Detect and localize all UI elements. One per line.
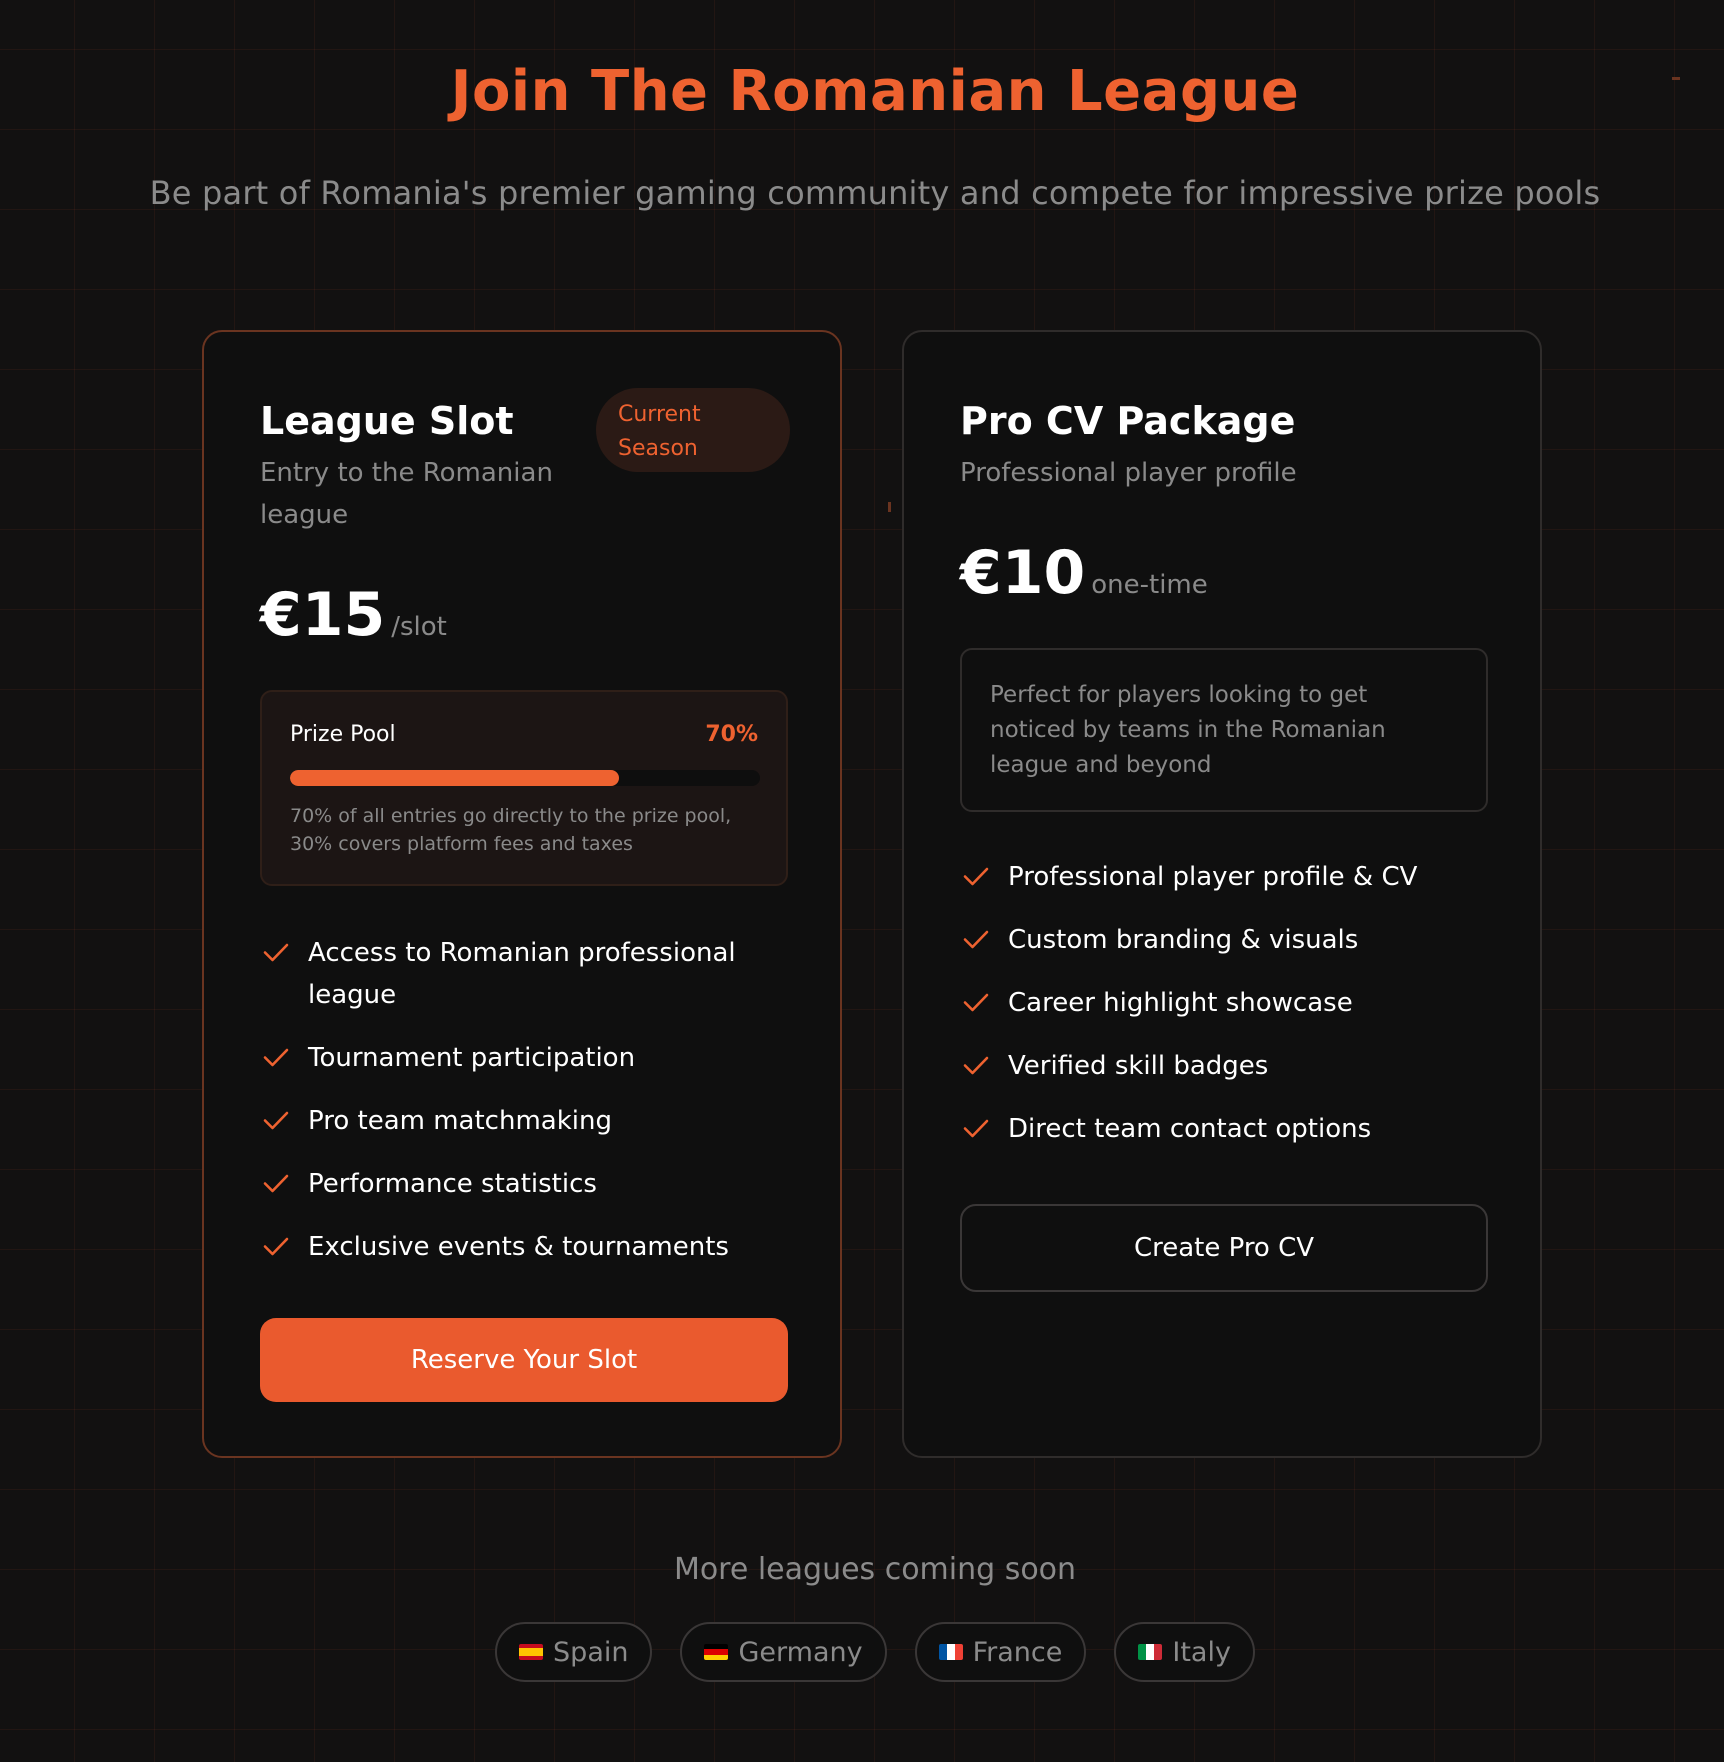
price-unit: /slot <box>391 612 447 642</box>
feature-list: Professional player profile & CV Custom … <box>960 856 1460 1171</box>
list-item: Direct team contact options <box>960 1108 1460 1150</box>
country-chip-italy[interactable]: Italy <box>1114 1622 1255 1682</box>
feature-text: Exclusive events & tournaments <box>308 1232 729 1262</box>
page-title: Join The Romanian League <box>450 59 1300 124</box>
feature-text: Pro team matchmaking <box>308 1106 612 1136</box>
pricing-page: Join The Romanian League Be part of Roma… <box>0 0 1724 1762</box>
flag-germany-icon <box>704 1644 729 1660</box>
prize-pool-percent: 70% <box>705 722 758 747</box>
card-description: Entry to the Romanian league <box>260 458 553 530</box>
decorative-dot <box>888 502 891 512</box>
feature-text: Tournament participation <box>308 1043 636 1073</box>
feature-text: Access to Romanian professional league <box>308 938 736 1010</box>
list-item: Pro team matchmaking <box>260 1100 760 1142</box>
info-box: Perfect for players looking to get notic… <box>960 648 1488 812</box>
feature-text: Verified skill badges <box>1008 1051 1269 1081</box>
card-title: League Slot <box>260 399 514 443</box>
country-label: France <box>972 1636 1063 1668</box>
list-item: Exclusive events & tournaments <box>260 1226 760 1268</box>
list-item: Access to Romanian professional league <box>260 932 760 1016</box>
page-subtitle: Be part of Romania's premier gaming comm… <box>149 174 1601 212</box>
check-icon <box>963 993 989 1012</box>
feature-text: Performance statistics <box>308 1169 597 1199</box>
country-chip-spain[interactable]: Spain <box>495 1622 653 1682</box>
league-slot-card: League Slot Entry to the Romanian league… <box>202 330 842 1458</box>
country-chip-germany[interactable]: Germany <box>680 1622 887 1682</box>
check-icon <box>263 1237 289 1256</box>
list-item: Custom branding & visuals <box>960 919 1460 961</box>
country-list: Spain Germany France Italy <box>0 1622 1724 1682</box>
coming-soon-title: More leagues coming soon <box>673 1552 1077 1587</box>
check-icon <box>263 943 289 962</box>
check-icon <box>263 1048 289 1067</box>
prize-pool-progress-bar <box>290 770 760 786</box>
card-description: Professional player profile <box>960 458 1297 488</box>
country-label: Spain <box>553 1636 629 1668</box>
country-label: Germany <box>738 1636 863 1668</box>
check-icon <box>263 1111 289 1130</box>
price-row: €15 /slot <box>260 580 447 650</box>
feature-text: Direct team contact options <box>1008 1114 1372 1144</box>
list-item: Verified skill badges <box>960 1045 1460 1087</box>
price-unit: one-time <box>1091 570 1208 600</box>
check-icon <box>963 1056 989 1075</box>
price-amount: €10 <box>960 538 1086 608</box>
prize-pool-box: Prize Pool 70% 70% of all entries go dir… <box>260 690 788 886</box>
prize-pool-label: Prize Pool <box>290 722 396 747</box>
decorative-dot <box>1672 77 1680 80</box>
price-row: €10 one-time <box>960 538 1208 608</box>
price-amount: €15 <box>260 580 386 650</box>
pro-cv-card: Pro CV Package Professional player profi… <box>902 330 1542 1458</box>
feature-text: Custom branding & visuals <box>1008 925 1359 955</box>
check-icon <box>963 867 989 886</box>
card-title: Pro CV Package <box>960 399 1296 443</box>
current-season-badge: Current Season <box>596 388 790 472</box>
feature-text: Professional player profile & CV <box>1008 862 1418 892</box>
flag-france-icon <box>938 1644 963 1660</box>
prize-pool-note: 70% of all entries go directly to the pr… <box>290 805 732 855</box>
create-pro-cv-button[interactable]: Create Pro CV <box>960 1204 1488 1292</box>
flag-spain-icon <box>519 1644 544 1660</box>
country-label: Italy <box>1172 1636 1231 1668</box>
list-item: Tournament participation <box>260 1037 760 1079</box>
check-icon <box>263 1174 289 1193</box>
list-item: Career highlight showcase <box>960 982 1460 1024</box>
prize-pool-progress-fill <box>290 770 619 786</box>
feature-list: Access to Romanian professional league T… <box>260 932 760 1289</box>
flag-italy-icon <box>1138 1644 1163 1660</box>
check-icon <box>963 1119 989 1138</box>
reserve-slot-button[interactable]: Reserve Your Slot <box>260 1318 788 1402</box>
list-item: Professional player profile & CV <box>960 856 1460 898</box>
list-item: Performance statistics <box>260 1163 760 1205</box>
check-icon <box>963 930 989 949</box>
feature-text: Career highlight showcase <box>1008 988 1353 1018</box>
country-chip-france[interactable]: France <box>914 1622 1087 1682</box>
